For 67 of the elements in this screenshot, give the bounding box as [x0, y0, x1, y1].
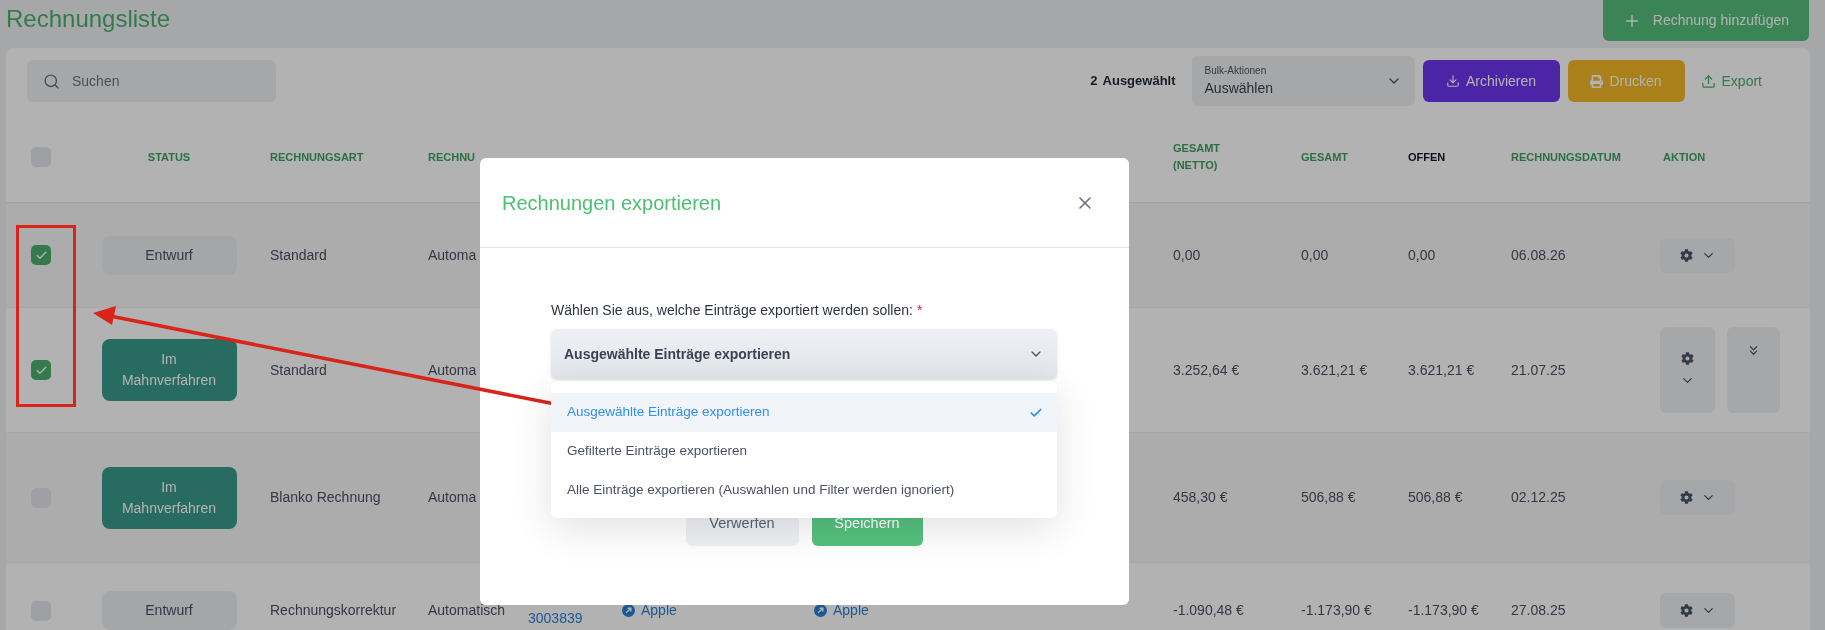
- print-button[interactable]: Drucken: [1567, 60, 1685, 102]
- field-label: Wählen Sie aus, welche Einträge exportiert werden sollen:: [551, 301, 913, 320]
- search-input[interactable]: Suchen: [72, 70, 232, 92]
- creation-mode: Automa: [428, 360, 477, 380]
- settings-icon: [1679, 491, 1693, 504]
- invoice-number-link[interactable]: 3003839: [528, 608, 583, 629]
- column-header[interactable]: RECHNU: [428, 148, 476, 166]
- invoice-date: 02.12.25: [1511, 488, 1566, 507]
- net-total: -1.090,48 €: [1173, 601, 1244, 620]
- net-total: 0,00: [1173, 245, 1201, 265]
- gross-total: 506,88 €: [1301, 488, 1356, 507]
- gross-total: 0,00: [1301, 245, 1329, 265]
- open-amount: 506,88 €: [1408, 488, 1463, 507]
- upload-icon: [1700, 73, 1716, 89]
- row-checkbox[interactable]: [31, 245, 51, 265]
- open-amount: 0,00: [1408, 245, 1436, 265]
- invoice-date: 21.07.25: [1511, 360, 1566, 380]
- settings-dropdown-button[interactable]: [1660, 327, 1715, 413]
- archive-button[interactable]: Archivieren: [1422, 60, 1560, 102]
- column-header[interactable]: GESAMT (NETTO): [1173, 140, 1253, 174]
- gross-total: -1.173,90 €: [1301, 601, 1372, 620]
- creation-mode: Automa: [428, 488, 477, 507]
- column-header[interactable]: AKTION: [1663, 148, 1706, 166]
- open-amount: 3.621,21 €: [1408, 360, 1475, 380]
- status-badge: Im Mahnverfahren: [101, 339, 237, 401]
- export-scope-select[interactable]: Ausgewählte Einträge exportieren: [551, 329, 1057, 379]
- column-header[interactable]: OFFEN: [1408, 148, 1446, 166]
- download-icon: [1446, 74, 1460, 88]
- net-total: 458,30 €: [1173, 488, 1228, 507]
- row-checkbox[interactable]: [31, 360, 51, 380]
- settings-dropdown-button[interactable]: [1660, 593, 1735, 628]
- invoice-date: 06.08.26: [1511, 245, 1566, 265]
- page-title: Rechnungsliste: [6, 4, 171, 34]
- invoice-date: 27.08.25: [1511, 601, 1566, 620]
- printer-icon: [1590, 74, 1604, 88]
- column-header[interactable]: RECHNUNGSART: [270, 148, 364, 166]
- selected-count: 2: [1090, 72, 1098, 91]
- creation-mode: Automatisch: [428, 601, 506, 620]
- column-header[interactable]: STATUS: [147, 148, 191, 166]
- required-mark: *: [916, 301, 923, 320]
- settings-icon: [1681, 352, 1694, 365]
- open-amount: -1.173,90 €: [1408, 601, 1479, 620]
- net-total: 3.252,64 €: [1173, 360, 1240, 380]
- dropdown-option[interactable]: Ausgewählte Einträge exportieren: [551, 393, 1057, 432]
- invoice-type: Blanko Rechnung: [270, 488, 381, 507]
- settings-dropdown-button[interactable]: [1660, 480, 1735, 515]
- creation-mode: Automa: [428, 245, 477, 265]
- invoice-type: Rechnungskorrektur: [270, 601, 397, 620]
- search-field[interactable]: Suchen: [27, 60, 276, 102]
- status-badge: Entwurf: [101, 235, 237, 275]
- settings-icon: [1679, 248, 1693, 262]
- column-header[interactable]: GESAMT: [1301, 148, 1349, 166]
- settings-dropdown-button[interactable]: [1660, 237, 1735, 273]
- settings-icon: [1679, 604, 1693, 617]
- export-button[interactable]: Export: [1692, 60, 1770, 102]
- dropdown-option[interactable]: Gefilterte Einträge exportieren: [551, 432, 1057, 471]
- status-badge: Im Mahnverfahren: [101, 466, 237, 529]
- bulk-actions-select[interactable]: Bulk-Aktionen Auswählen: [1191, 56, 1415, 106]
- selected-label: Ausgewählt: [1102, 72, 1176, 91]
- search-icon: [43, 72, 60, 90]
- dialog-title: Rechnungen exportieren: [502, 190, 722, 216]
- status-badge: Entwurf: [101, 591, 237, 630]
- gross-total: 3.621,21 €: [1301, 360, 1368, 380]
- invoice-type: Standard: [270, 245, 327, 265]
- column-header[interactable]: RECHNUNGSDATUM: [1511, 148, 1621, 166]
- invoice-type: Standard: [270, 360, 327, 380]
- add-invoice-button[interactable]: Rechnung hinzufügen: [1602, 0, 1809, 41]
